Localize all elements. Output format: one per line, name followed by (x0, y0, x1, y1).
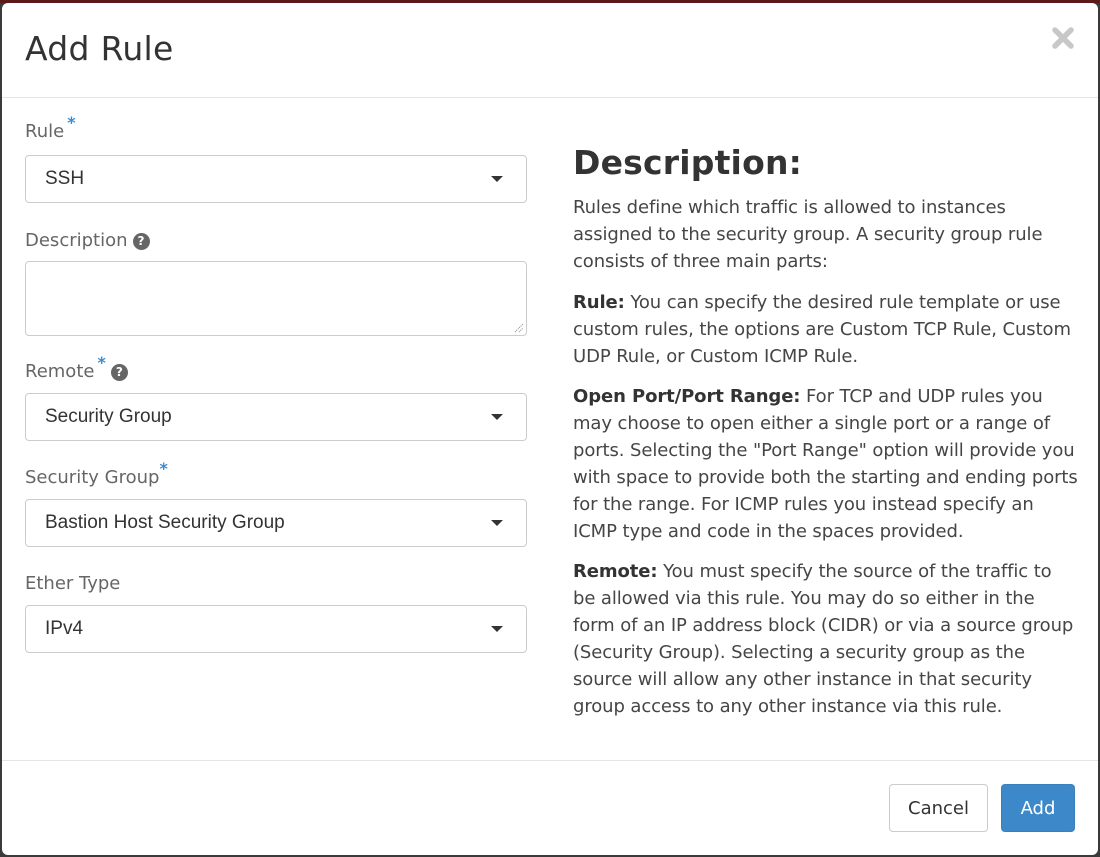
required-asterisk: * (159, 459, 168, 478)
required-asterisk: * (97, 353, 106, 372)
help-title: Description: (573, 143, 803, 182)
security-group-select[interactable]: Bastion Host Security Group (25, 499, 527, 547)
remote-select-value: Security Group (45, 406, 172, 427)
chevron-down-icon (491, 626, 503, 632)
close-icon (1052, 27, 1074, 49)
help-term: Remote: (573, 561, 658, 582)
remote-select[interactable]: Security Group (25, 393, 527, 441)
help-term: Rule: (573, 292, 625, 313)
chevron-down-icon (491, 176, 503, 182)
add-button[interactable]: Add (1001, 784, 1075, 832)
help-intro: Rules define which traffic is allowed to… (573, 197, 1043, 272)
help-section-remote: Remote: You must specify the source of t… (573, 558, 1078, 720)
ether-type-label: Ether Type (25, 573, 120, 594)
help-term: Open Port/Port Range: (573, 386, 801, 407)
help-text: You can specify the desired rule templat… (573, 292, 1071, 367)
ether-type-label-text: Ether Type (25, 573, 121, 594)
dialog-footer: Cancel Add (2, 760, 1098, 855)
ether-type-select-value: IPv4 (45, 618, 84, 639)
rule-select-value: SSH (45, 168, 85, 189)
help-icon[interactable]: ? (132, 233, 150, 250)
security-group-label: Security Group* (25, 459, 168, 488)
description-label-text: Description (25, 230, 128, 251)
rule-label-text: Rule (25, 121, 65, 142)
rule-select[interactable]: SSH (25, 155, 527, 203)
security-group-label-text: Security Group (25, 467, 160, 488)
help-section-rule: Rule: You can specify the desired rule t… (573, 289, 1078, 370)
help-panel: Description: Rules define which traffic … (573, 143, 1078, 720)
help-text: You must specify the source of the traff… (573, 561, 1074, 717)
help-section-port-range: Open Port/Port Range: For TCP and UDP ru… (573, 383, 1078, 545)
help-icon[interactable]: ? (110, 364, 128, 381)
description-textarea[interactable] (25, 261, 527, 336)
resize-handle-icon[interactable] (514, 323, 524, 333)
chevron-down-icon (491, 414, 503, 420)
close-button[interactable] (1050, 25, 1076, 51)
add-rule-dialog: Add Rule Rule * SSH Description? Remote *? (2, 3, 1098, 855)
cancel-button[interactable]: Cancel (889, 784, 988, 832)
required-asterisk: * (67, 113, 76, 132)
dialog-header: Add Rule (2, 3, 1098, 98)
ether-type-select[interactable]: IPv4 (25, 605, 527, 653)
rule-label: Rule * (25, 113, 76, 142)
dialog-title: Add Rule (25, 29, 174, 68)
remote-label: Remote *? (25, 353, 128, 382)
remote-label-text: Remote (25, 361, 95, 382)
description-label: Description? (25, 230, 150, 251)
security-group-select-value: Bastion Host Security Group (45, 512, 285, 533)
chevron-down-icon (491, 520, 503, 526)
help-text: For TCP and UDP rules you may choose to … (573, 386, 1078, 542)
